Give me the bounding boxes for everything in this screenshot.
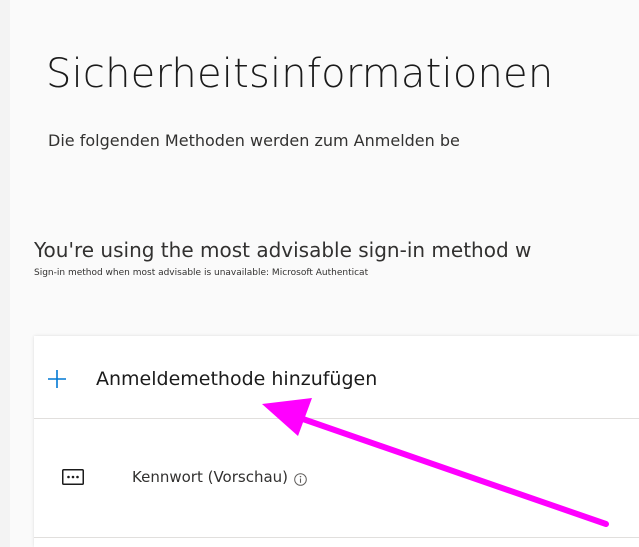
left-gutter <box>0 0 10 547</box>
method-label-password: Kennwort (Vorschau) <box>132 467 307 487</box>
add-sign-in-method-button[interactable]: Anmeldemethode hinzufügen <box>34 336 639 419</box>
security-info-page: Sicherheitsinformationen Die folgenden M… <box>0 0 639 547</box>
advisory-headline: You're using the most advisable sign-in … <box>34 238 532 262</box>
advisory-detail: Sign-in method when most advisable is un… <box>34 268 369 278</box>
password-method-name: Kennwort (Vorschau) <box>132 468 289 486</box>
page-subtitle: Die folgenden Methoden werden zum Anmeld… <box>48 131 460 150</box>
method-row-password: Kennwort (Vorschau) <box>34 419 639 538</box>
plus-icon <box>48 370 66 388</box>
sign-in-methods-card: Anmeldemethode hinzufügen Kennwort (Vors… <box>34 336 639 547</box>
add-sign-in-method-label: Anmeldemethode hinzufügen <box>96 368 378 390</box>
password-icon <box>62 469 84 485</box>
info-icon[interactable] <box>294 471 307 486</box>
page-title: Sicherheitsinformationen <box>46 51 554 97</box>
